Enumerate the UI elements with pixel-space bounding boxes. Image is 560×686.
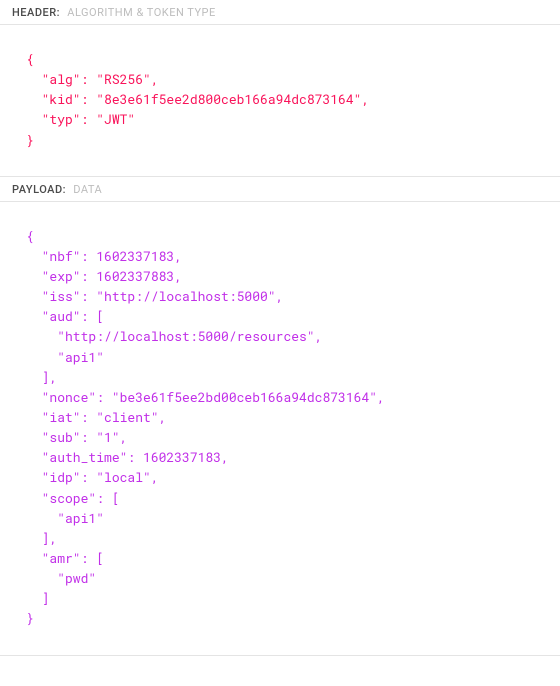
header-json-block: { "alg": "RS256", "kid": "8e3e61f5ee2d80…: [0, 25, 560, 177]
payload-title-label: PAYLOAD:: [12, 183, 66, 196]
payload-section-title: PAYLOAD: DATA: [0, 177, 560, 202]
header-subtitle-label: ALGORITHM & TOKEN TYPE: [67, 6, 215, 19]
payload-json-block: { "nbf": 1602337183, "exp": 1602337883, …: [0, 202, 560, 656]
payload-subtitle-label: DATA: [73, 183, 102, 196]
header-section-title: HEADER: ALGORITHM & TOKEN TYPE: [0, 0, 560, 25]
header-title-label: HEADER:: [12, 6, 60, 19]
